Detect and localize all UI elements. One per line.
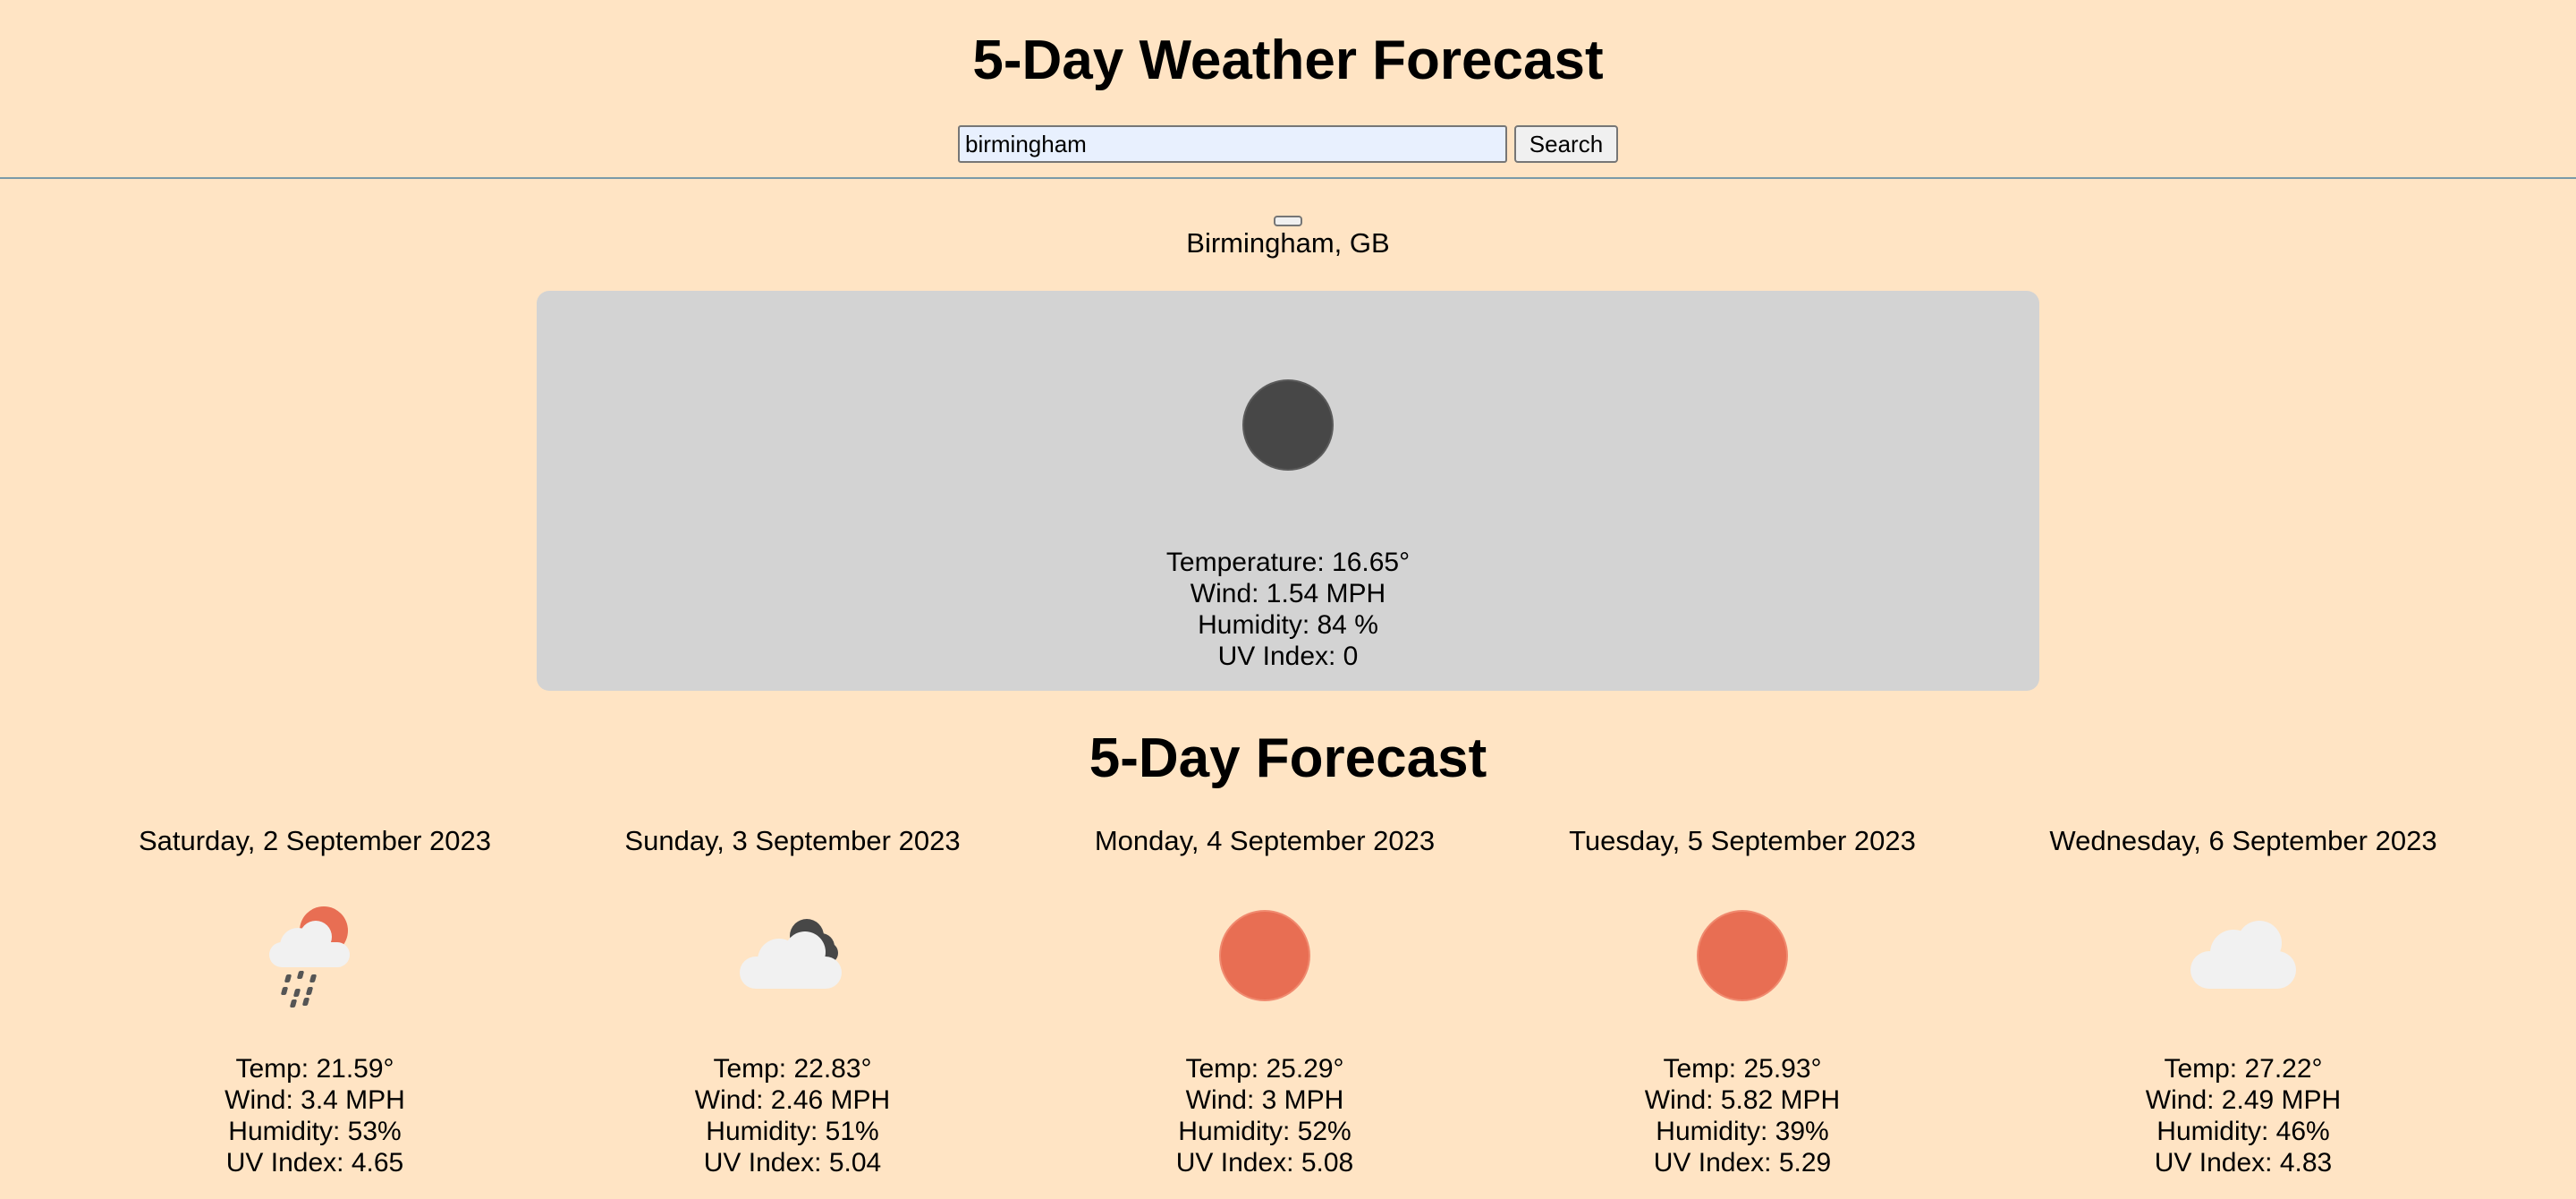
current-weather-card: Temperature: 16.65° Wind: 1.54 MPH Humid… (537, 291, 2039, 691)
forecast-temp: Temp: 21.59° (235, 1054, 394, 1084)
forecast-humidity: Humidity: 51% (706, 1117, 879, 1146)
forecast-temp: Temp: 27.22° (2164, 1054, 2323, 1084)
forecast-stats: Temp: 27.22° Wind: 2.49 MPH Humidity: 46… (2002, 1053, 2485, 1178)
forecast-date: Monday, 4 September 2023 (1094, 825, 1436, 856)
current-humidity: Humidity: 84 % (1198, 610, 1378, 640)
current-uv-index: UV Index: 0 (1217, 642, 1359, 671)
forecast-uv-index: UV Index: 5.04 (703, 1148, 882, 1178)
forecast-wind: Wind: 3.4 MPH (225, 1085, 405, 1115)
search-form: Search (0, 125, 2576, 163)
forecast-humidity: Humidity: 53% (228, 1117, 402, 1146)
forecast-stats: Temp: 21.59° Wind: 3.4 MPH Humidity: 53%… (73, 1053, 556, 1178)
forecast-temp: Temp: 25.29° (1185, 1054, 1344, 1084)
forecast-date: Saturday, 2 September 2023 (138, 825, 492, 856)
forecast-wind: Wind: 5.82 MPH (1644, 1085, 1841, 1115)
forecast-uv-index: UV Index: 5.29 (1653, 1148, 1832, 1178)
forecast-uv-index: UV Index: 4.83 (2154, 1148, 2333, 1178)
forecast-wind: Wind: 2.46 MPH (694, 1085, 891, 1115)
forecast-humidity: Humidity: 46% (2157, 1117, 2330, 1146)
forecast-day-card: Tuesday, 5 September 2023 Temp: 25.93° W… (1501, 821, 1984, 1178)
forecast-day-card: Wednesday, 6 September 2023 Temp: 27.22°… (2002, 821, 2485, 1178)
broken-clouds-icon (734, 906, 851, 1005)
sun-cloud-rain-icon (257, 906, 373, 1008)
current-temperature: Temperature: 16.65° (1165, 548, 1411, 577)
forecast-humidity: Humidity: 39% (1656, 1117, 1829, 1146)
current-stats: Temperature: 16.65° Wind: 1.54 MPH Humid… (537, 547, 2039, 672)
forecast-day-card: Sunday, 3 September 2023 Temp: 22.83° Wi… (551, 821, 1034, 1178)
search-button[interactable]: Search (1514, 125, 1618, 163)
current-wind: Wind: 1.54 MPH (1190, 579, 1386, 608)
page-header: 5-Day Weather Forecast Search (0, 0, 2576, 179)
forecast-day-card: Saturday, 2 September 2023 Temp: 21.59° … (73, 821, 556, 1178)
forecast-stats: Temp: 22.83° Wind: 2.46 MPH Humidity: 51… (551, 1053, 1034, 1178)
current-city: Birmingham, GB (1186, 227, 1390, 259)
forecast-uv-index: UV Index: 4.65 (225, 1148, 404, 1178)
forecast-wind: Wind: 3 MPH (1185, 1085, 1344, 1115)
forecast-stats: Temp: 25.93° Wind: 5.82 MPH Humidity: 39… (1501, 1053, 1984, 1178)
forecast-humidity: Humidity: 52% (1178, 1117, 1352, 1146)
forecast-wind: Wind: 2.49 MPH (2145, 1085, 2342, 1115)
search-input[interactable] (958, 125, 1507, 163)
forecast-day-card: Monday, 4 September 2023 Temp: 25.29° Wi… (1023, 821, 1506, 1178)
cloud-icon (2185, 906, 2301, 1005)
clear-sun-icon (1684, 906, 1801, 1005)
page-title: 5-Day Weather Forecast (972, 30, 1604, 91)
forecast-temp: Temp: 22.83° (713, 1054, 872, 1084)
forecast-heading: 5-Day Forecast (1089, 727, 1487, 789)
night-clear-icon (1244, 381, 1332, 469)
forecast-temp: Temp: 25.93° (1663, 1054, 1822, 1084)
forecast-date: Tuesday, 5 September 2023 (1569, 825, 1916, 856)
clear-sun-icon (1207, 906, 1323, 1005)
forecast-stats: Temp: 25.29° Wind: 3 MPH Humidity: 52% U… (1023, 1053, 1506, 1178)
forecast-date: Sunday, 3 September 2023 (624, 825, 961, 856)
forecast-date: Wednesday, 6 September 2023 (2049, 825, 2437, 856)
forecast-uv-index: UV Index: 5.08 (1175, 1148, 1354, 1178)
